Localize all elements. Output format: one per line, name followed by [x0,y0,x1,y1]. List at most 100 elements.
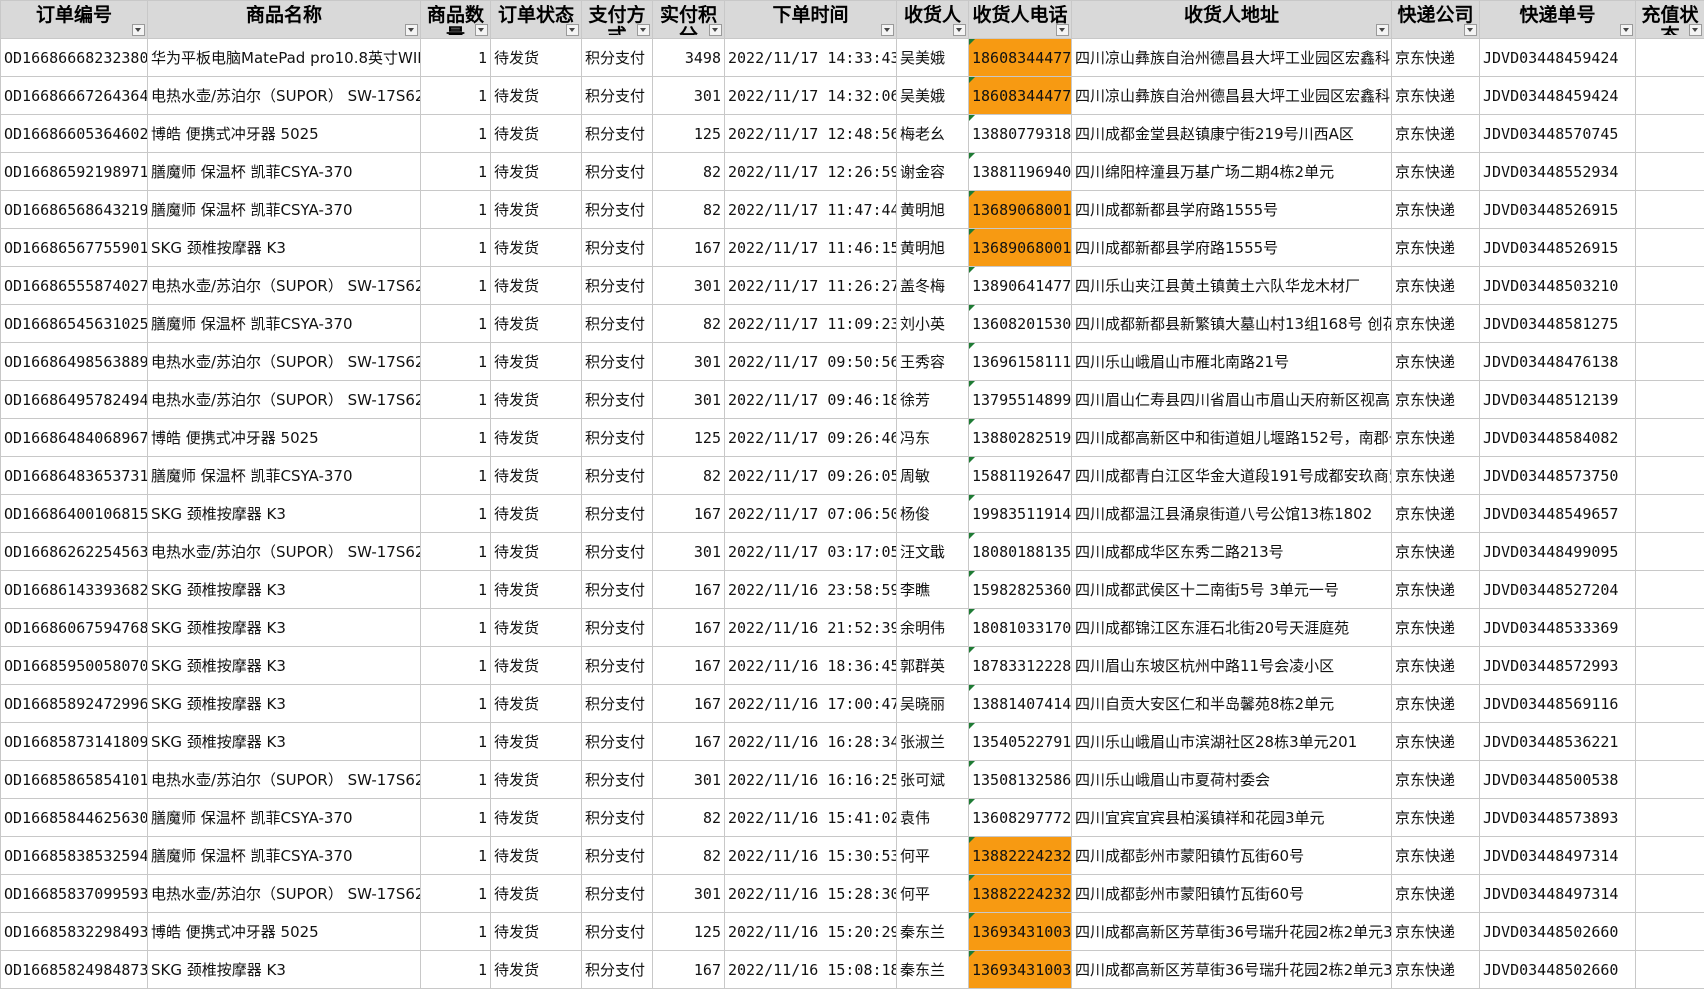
courier-cell[interactable]: 京东快递 [1391,646,1480,685]
recipient-name-cell[interactable]: 吴美娥 [896,76,969,115]
recipient-name-cell[interactable]: 何平 [896,874,969,913]
recipient-address-cell[interactable]: 四川自贡大安区仁和半岛馨苑8栋2单元 [1071,684,1392,723]
product-name-cell[interactable]: 膳魔师 保温杯 凯菲CSYA-370 [147,798,421,837]
order-status-cell[interactable]: 待发货 [490,76,582,115]
order-time-cell[interactable]: 2022/11/16 15:41:02 [724,798,897,837]
header-recipient-address[interactable]: 收货人地址 [1071,0,1392,39]
tracking-number-cell[interactable]: JDVD03448569116 [1479,684,1636,723]
recipient-name-cell[interactable]: 张淑兰 [896,722,969,761]
recharge-status-cell[interactable] [1635,570,1704,609]
courier-cell[interactable]: 京东快递 [1391,418,1480,457]
recipient-address-cell[interactable]: 四川成都青白江区华金大道段191号成都安玖商贸 [1071,456,1392,495]
courier-cell[interactable]: 京东快递 [1391,760,1480,799]
order-id-cell[interactable]: OD16685844625630 [0,798,148,837]
order-status-cell[interactable]: 待发货 [490,608,582,647]
order-status-cell[interactable]: 待发货 [490,950,582,989]
recharge-status-cell[interactable] [1635,950,1704,989]
filter-dropdown-icon[interactable] [1056,24,1069,36]
recipient-phone-cell[interactable]: 13880282519 [968,418,1072,457]
recipient-name-cell[interactable]: 黄明旭 [896,190,969,229]
recipient-name-cell[interactable]: 秦东兰 [896,912,969,951]
order-status-cell[interactable]: 待发货 [490,304,582,343]
payment-method-cell[interactable]: 积分支付 [581,684,653,723]
order-time-cell[interactable]: 2022/11/16 17:00:47 [724,684,897,723]
points-paid-cell[interactable]: 125 [652,912,725,951]
courier-cell[interactable]: 京东快递 [1391,608,1480,647]
courier-cell[interactable]: 京东快递 [1391,874,1480,913]
payment-method-cell[interactable]: 积分支付 [581,38,653,77]
points-paid-cell[interactable]: 167 [652,722,725,761]
recipient-address-cell[interactable]: 四川成都高新区芳草街36号瑞升花园2栋2单元30 [1071,950,1392,989]
order-time-cell[interactable]: 2022/11/17 14:33:43 [724,38,897,77]
order-time-cell[interactable]: 2022/11/17 12:48:56 [724,114,897,153]
points-paid-cell[interactable]: 301 [652,266,725,305]
quantity-cell[interactable]: 1 [420,950,491,989]
payment-method-cell[interactable]: 积分支付 [581,418,653,457]
order-status-cell[interactable]: 待发货 [490,912,582,951]
order-id-cell[interactable]: OD16686400106815 [0,494,148,533]
tracking-number-cell[interactable]: JDVD03448527204 [1479,570,1636,609]
recipient-name-cell[interactable]: 吴晓丽 [896,684,969,723]
order-status-cell[interactable]: 待发货 [490,760,582,799]
points-paid-cell[interactable]: 167 [652,646,725,685]
filter-dropdown-icon[interactable] [1464,24,1477,36]
recharge-status-cell[interactable] [1635,646,1704,685]
order-time-cell[interactable]: 2022/11/17 11:47:44 [724,190,897,229]
points-paid-cell[interactable]: 82 [652,152,725,191]
quantity-cell[interactable]: 1 [420,874,491,913]
recipient-address-cell[interactable]: 四川成都彭州市蒙阳镇竹瓦街60号 [1071,836,1392,875]
order-status-cell[interactable]: 待发货 [490,646,582,685]
recipient-phone-cell[interactable]: 13608297772 [968,798,1072,837]
recipient-name-cell[interactable]: 刘小英 [896,304,969,343]
recipient-phone-cell[interactable]: 13540522791 [968,722,1072,761]
recipient-name-cell[interactable]: 余明伟 [896,608,969,647]
header-product-name[interactable]: 商品名称 [147,0,421,39]
points-paid-cell[interactable]: 167 [652,228,725,267]
order-time-cell[interactable]: 2022/11/17 07:06:50 [724,494,897,533]
product-name-cell[interactable]: SKG 颈椎按摩器 K3 [147,722,421,761]
recipient-name-cell[interactable]: 徐芳 [896,380,969,419]
quantity-cell[interactable]: 1 [420,190,491,229]
points-paid-cell[interactable]: 82 [652,190,725,229]
order-status-cell[interactable]: 待发货 [490,456,582,495]
filter-dropdown-icon[interactable] [405,24,418,36]
order-id-cell[interactable]: OD16685873141809 [0,722,148,761]
recipient-address-cell[interactable]: 四川成都新都县新繁镇大墓山村13组168号 创花 [1071,304,1392,343]
recipient-address-cell[interactable]: 四川凉山彝族自治州德昌县大坪工业园区宏鑫科 [1071,76,1392,115]
filter-dropdown-icon[interactable] [132,24,145,36]
recipient-name-cell[interactable]: 谢金容 [896,152,969,191]
recipient-address-cell[interactable]: 四川成都锦江区东涯石北街20号天涯庭苑 [1071,608,1392,647]
header-quantity[interactable]: 商品数量 [420,0,491,39]
points-paid-cell[interactable]: 301 [652,760,725,799]
recipient-phone-cell[interactable]: 13880779318 [968,114,1072,153]
recipient-name-cell[interactable]: 郭群英 [896,646,969,685]
order-time-cell[interactable]: 2022/11/16 15:20:29 [724,912,897,951]
recipient-address-cell[interactable]: 四川成都武侯区十二南街5号 3单元一号 [1071,570,1392,609]
product-name-cell[interactable]: 电热水壶/苏泊尔（SUPOR） SW-17S62A [147,76,421,115]
filter-dropdown-icon[interactable] [1689,24,1702,36]
order-status-cell[interactable]: 待发货 [490,836,582,875]
tracking-number-cell[interactable]: JDVD03448536221 [1479,722,1636,761]
quantity-cell[interactable]: 1 [420,798,491,837]
tracking-number-cell[interactable]: JDVD03448499095 [1479,532,1636,571]
payment-method-cell[interactable]: 积分支付 [581,836,653,875]
order-status-cell[interactable]: 待发货 [490,190,582,229]
tracking-number-cell[interactable]: JDVD03448497314 [1479,874,1636,913]
order-status-cell[interactable]: 待发货 [490,114,582,153]
recharge-status-cell[interactable] [1635,608,1704,647]
quantity-cell[interactable]: 1 [420,456,491,495]
recipient-address-cell[interactable]: 四川眉山东坡区杭州中路11号会凌小区 [1071,646,1392,685]
product-name-cell[interactable]: SKG 颈椎按摩器 K3 [147,608,421,647]
recipient-address-cell[interactable]: 四川乐山峨眉山市雁北南路21号 [1071,342,1392,381]
recipient-address-cell[interactable]: 四川成都成华区东秀二路213号 [1071,532,1392,571]
order-time-cell[interactable]: 2022/11/17 11:09:23 [724,304,897,343]
points-paid-cell[interactable]: 125 [652,114,725,153]
tracking-number-cell[interactable]: JDVD03448581275 [1479,304,1636,343]
courier-cell[interactable]: 京东快递 [1391,456,1480,495]
tracking-number-cell[interactable]: JDVD03448502660 [1479,950,1636,989]
recipient-phone-cell[interactable]: 13795514899 [968,380,1072,419]
payment-method-cell[interactable]: 积分支付 [581,304,653,343]
courier-cell[interactable]: 京东快递 [1391,912,1480,951]
recharge-status-cell[interactable] [1635,912,1704,951]
tracking-number-cell[interactable]: JDVD03448502660 [1479,912,1636,951]
